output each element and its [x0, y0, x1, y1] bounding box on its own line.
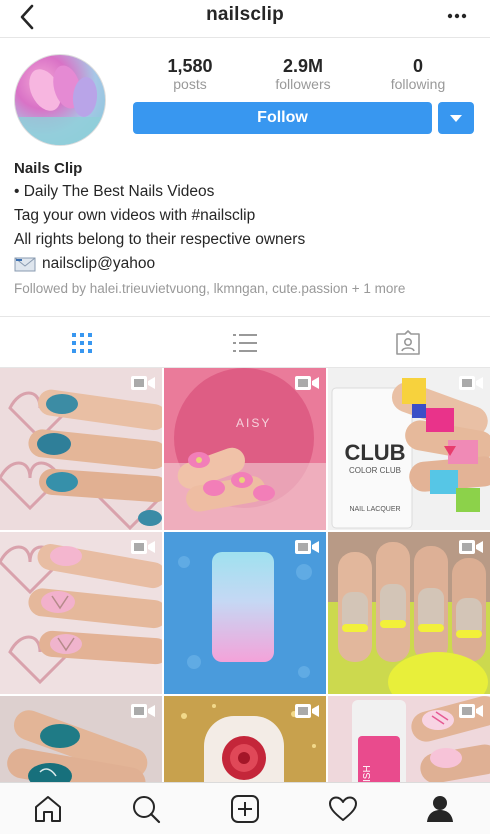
- tagged-icon: [396, 330, 420, 355]
- grid-post[interactable]: [0, 532, 162, 694]
- following-count: 0: [412, 56, 423, 76]
- nav-activity[interactable]: [327, 793, 359, 825]
- video-camera-icon: [459, 704, 483, 718]
- email-link[interactable]: nailsclip@yahoo: [42, 252, 155, 276]
- bio-section: Nails Clip • Daily The Best Nails Videos…: [14, 158, 484, 299]
- tab-tagged[interactable]: [378, 317, 438, 369]
- top-bar: nailsclip: [0, 0, 490, 38]
- video-camera-icon: [459, 376, 483, 390]
- video-camera-icon: [131, 704, 155, 718]
- avatar-image: [15, 65, 105, 145]
- grid-post[interactable]: AISY: [164, 368, 326, 530]
- envelope-icon: [14, 257, 36, 272]
- post-thumbnail: [328, 532, 490, 694]
- grid-post[interactable]: [164, 532, 326, 694]
- video-camera-icon: [459, 540, 483, 554]
- followers-label: followers: [275, 76, 331, 92]
- post-overlay-text: AISY: [236, 416, 272, 430]
- followers-stat[interactable]: 2.9M followers: [253, 56, 353, 92]
- suggestions-dropdown-button[interactable]: [438, 102, 474, 134]
- post-thumbnail: [164, 532, 326, 694]
- post-overlay-text: COLOR CLUB: [348, 466, 401, 475]
- avatar[interactable]: [14, 54, 106, 146]
- video-camera-icon: [295, 540, 319, 554]
- nav-profile[interactable]: [424, 793, 456, 825]
- grid-post[interactable]: CLUB COLOR CLUB NAIL LACQUER: [328, 368, 490, 530]
- posts-label: posts: [173, 76, 207, 92]
- post-overlay-text: CLUB: [344, 440, 406, 465]
- follow-button[interactable]: Follow: [133, 102, 432, 134]
- profile-icon: [427, 796, 453, 822]
- tab-grid[interactable]: [52, 317, 112, 369]
- nav-home[interactable]: [32, 793, 64, 825]
- grid-icon: [72, 333, 92, 353]
- profile-name: Nails Clip: [14, 160, 83, 177]
- grid-post[interactable]: [0, 368, 162, 530]
- grid-post[interactable]: POLISH: [328, 696, 490, 782]
- posts-grid: AISY CLUB COLOR CLUB NAIL LACQUER: [0, 368, 490, 782]
- nav-add-post[interactable]: [229, 793, 261, 825]
- video-camera-icon: [131, 376, 155, 390]
- list-icon: [233, 334, 257, 352]
- post-overlay-text: NAIL LACQUER: [349, 506, 401, 513]
- bio-line: All rights belong to their respective ow…: [14, 231, 306, 248]
- video-camera-icon: [295, 376, 319, 390]
- video-camera-icon: [295, 704, 319, 718]
- following-stat[interactable]: 0 following: [368, 56, 468, 92]
- more-dots-icon: [447, 13, 467, 19]
- post-thumbnail: [164, 368, 326, 530]
- grid-post[interactable]: [0, 696, 162, 782]
- email-row: nailsclip@yahoo: [14, 252, 484, 276]
- profile-tab-bar: [0, 316, 490, 368]
- caret-down-icon: [450, 115, 462, 122]
- post-thumbnail: [0, 544, 162, 685]
- tab-list[interactable]: [215, 317, 275, 369]
- bio-line: • Daily The Best Nails Videos: [14, 183, 215, 200]
- grid-post[interactable]: [328, 532, 490, 694]
- heart-icon: [329, 796, 357, 821]
- bottom-navigation: [0, 782, 490, 834]
- home-icon: [35, 796, 61, 822]
- posts-count: 1,580: [167, 56, 213, 76]
- more-options-button[interactable]: [442, 2, 472, 30]
- bio-line: Tag your own videos with #nailsclip: [14, 207, 256, 224]
- page-title: nailsclip: [206, 4, 284, 25]
- post-overlay-text: POLISH: [362, 765, 373, 782]
- post-thumbnail: [0, 389, 162, 530]
- grid-post[interactable]: [164, 696, 326, 782]
- add-post-icon: [231, 795, 259, 823]
- video-camera-icon: [131, 540, 155, 554]
- followers-count: 2.9M: [282, 56, 324, 76]
- posts-stat[interactable]: 1,580 posts: [140, 56, 240, 92]
- followed-by-text[interactable]: Followed by halei.trieuvietvuong, lkmnga…: [14, 279, 484, 299]
- search-icon: [133, 796, 161, 824]
- nav-search[interactable]: [130, 793, 162, 825]
- following-label: following: [390, 76, 446, 92]
